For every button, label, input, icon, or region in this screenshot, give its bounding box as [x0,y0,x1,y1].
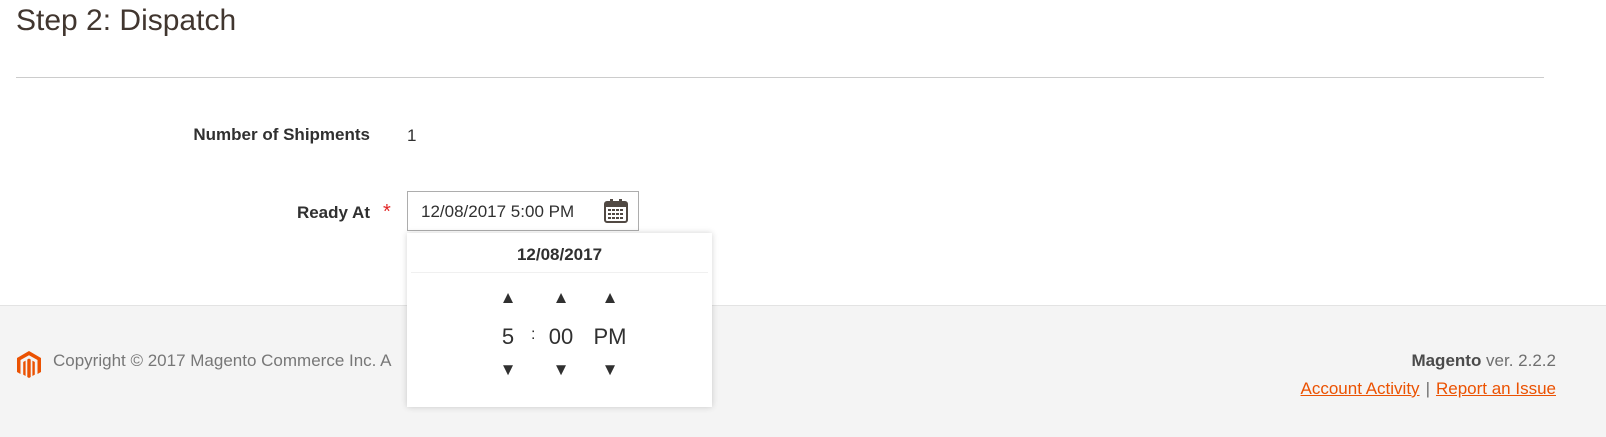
ready-at-input[interactable]: 12/08/2017 5:00 PM [407,191,639,231]
copyright-text: Copyright © 2017 Magento Commerce Inc. A [53,351,392,370]
minute-up-button[interactable]: ▲ [541,288,581,308]
version-brand: Magento [1411,351,1482,370]
picker-divider [411,272,708,273]
report-issue-link[interactable]: Report an Issue [1436,379,1556,398]
meridiem-up-button[interactable]: ▲ [590,288,630,308]
footer-links: Account Activity | Report an Issue [1301,379,1557,399]
ready-at-label: Ready At [296,203,370,222]
title-divider [16,77,1544,78]
version-number: ver. 2.2.2 [1481,351,1556,370]
account-activity-link[interactable]: Account Activity [1301,379,1420,398]
version-info: Magento ver. 2.2.2 [1411,351,1556,371]
meridiem-down-button[interactable]: ▼ [590,360,630,380]
time-separator: : [531,326,536,343]
shipments-label: Number of Shipments [193,125,370,144]
minute-down-button[interactable]: ▼ [541,360,581,380]
hour-value: 5 [501,324,515,349]
hour-up-button[interactable]: ▲ [488,288,528,308]
shipments-value: 1 [407,126,417,145]
page-footer: Copyright © 2017 Magento Commerce Inc. A… [0,305,1606,437]
time-picker-popup: 12/08/2017 ▲ ▲ ▲ 5 : 00 PM ▼ ▼ ▼ [407,233,712,407]
calendar-icon[interactable] [602,197,630,225]
link-separator: | [1425,379,1430,398]
ready-at-value: 12/08/2017 5:00 PM [421,202,575,221]
meridiem-value: PM [593,324,627,349]
minute-value: 00 [548,324,574,349]
page-title: Step 2: Dispatch [16,4,237,37]
magento-logo-icon [16,350,42,380]
required-mark: * [383,201,391,223]
hour-down-button[interactable]: ▼ [488,360,528,380]
picker-date: 12/08/2017 [516,245,603,264]
